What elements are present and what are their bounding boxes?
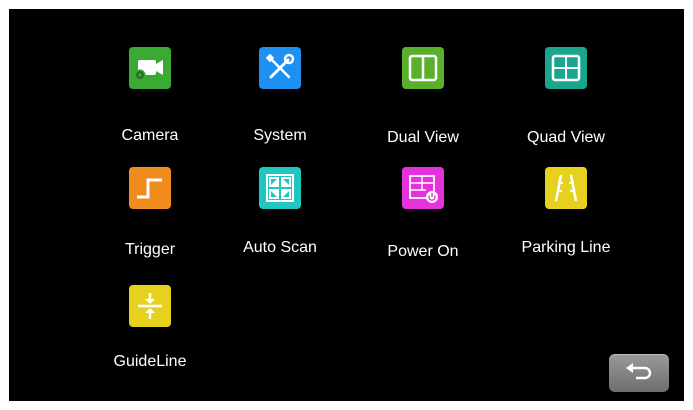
back-button[interactable] [609, 354, 669, 392]
auto-scan-icon [259, 167, 301, 209]
camera-label: Camera [121, 127, 179, 144]
camera-icon [129, 47, 171, 89]
guideline-icon [129, 285, 171, 327]
tools-icon [259, 47, 301, 89]
dual-view-label: Dual View [387, 129, 459, 146]
back-arrow-icon [626, 363, 652, 380]
dual-view-menu-item[interactable]: Dual View [358, 47, 488, 147]
trigger-label: Trigger [124, 241, 176, 258]
guideline-label: GuideLine [113, 353, 187, 370]
trigger-menu-item[interactable]: Trigger [85, 167, 215, 267]
auto-scan-label: Auto Scan [243, 239, 317, 256]
camera-menu-item[interactable]: Camera [85, 47, 215, 147]
system-label: System [253, 127, 307, 144]
parking-line-label: Parking Line [521, 239, 611, 256]
quad-view-label: Quad View [527, 129, 605, 146]
dual-view-icon [402, 47, 444, 89]
system-menu-item[interactable]: System [215, 47, 345, 147]
trigger-icon [129, 167, 171, 209]
menu-screen: Camera System Dual View Quad View Trigge… [9, 9, 684, 401]
guideline-menu-item[interactable]: GuideLine [85, 285, 215, 385]
quad-view-menu-item[interactable]: Quad View [501, 47, 631, 147]
power-on-menu-item[interactable]: Power On [358, 167, 488, 267]
power-on-label: Power On [387, 243, 459, 260]
power-on-icon [402, 167, 444, 209]
quad-view-icon [545, 47, 587, 89]
parking-line-menu-item[interactable]: Parking Line [501, 167, 631, 267]
parking-line-icon [545, 167, 587, 209]
auto-scan-menu-item[interactable]: Auto Scan [215, 167, 345, 267]
